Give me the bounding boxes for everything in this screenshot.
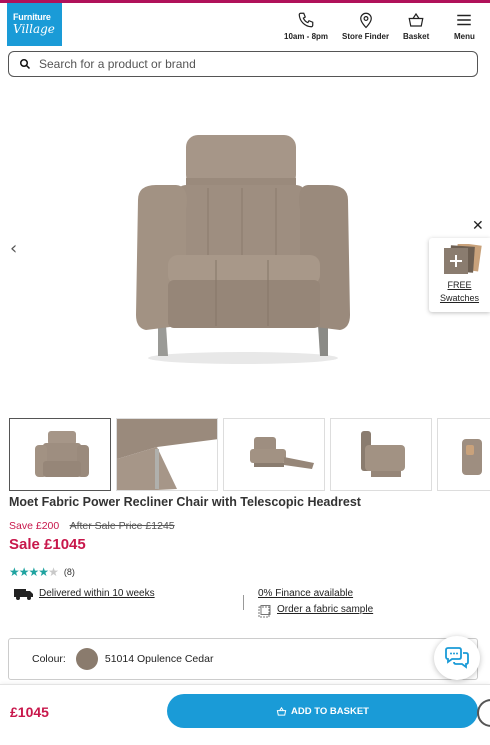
chat-bubbles-icon — [445, 647, 469, 669]
delivery-info-link[interactable]: Delivered within 10 weeks — [39, 588, 155, 599]
fabric-sample-icon — [258, 605, 271, 618]
thumbnail-image — [35, 431, 89, 477]
thumbnail-image — [361, 431, 405, 477]
basket-label: Basket — [403, 32, 430, 41]
star-icon: ★ — [18, 565, 30, 579]
store-finder-label: Store Finder — [342, 32, 390, 41]
thumbnail-2[interactable] — [116, 418, 218, 491]
product-gallery: ‹ › ✕ FREE Swatches — [0, 90, 490, 410]
review-count: (8) — [63, 567, 75, 577]
basket-icon — [276, 706, 287, 716]
live-chat-button[interactable] — [434, 636, 480, 680]
price-savings: Save £200 After Sale Price £1245 — [9, 520, 175, 532]
thumbnail-image — [250, 437, 314, 469]
colour-value: 51014 Opulence Cedar — [104, 653, 214, 665]
star-icon: ★ — [9, 565, 20, 579]
scroll-edge-indicator — [477, 699, 490, 727]
phone-icon — [298, 12, 314, 28]
sticky-add-to-basket-bar: £1045 ADD TO BASKET — [0, 684, 490, 745]
delivery-truck-icon — [14, 589, 33, 600]
fabric-swatches-icon — [444, 244, 482, 274]
fabric-sample-link[interactable]: Order a fabric sample — [277, 604, 373, 615]
product-main-image[interactable] — [128, 130, 358, 365]
free-swatches-line-2: Swatches — [439, 293, 480, 303]
store-finder-link[interactable]: Store Finder — [342, 11, 389, 41]
opening-hours-link[interactable]: 10am - 8pm — [284, 11, 328, 41]
thumbnail-5[interactable] — [437, 418, 490, 491]
opening-hours-label: 10am - 8pm — [284, 32, 329, 41]
finance-link[interactable]: 0% Finance available — [258, 588, 353, 599]
thumbnail-3[interactable] — [223, 418, 325, 491]
menu-label: Menu — [454, 32, 475, 41]
colour-label: Colour: — [32, 653, 66, 665]
free-swatches-card[interactable]: FREE Swatches — [429, 238, 490, 312]
logo-line-2: Village — [13, 22, 55, 36]
colour-selector[interactable]: Colour: 51014 Opulence Cedar — [8, 638, 478, 680]
star-icon: ★ — [48, 565, 59, 579]
info-divider — [243, 595, 244, 610]
basket-link[interactable]: Basket — [403, 11, 429, 41]
star-rating-icon: ★★★★★ — [9, 565, 59, 579]
add-to-basket-button[interactable]: ADD TO BASKET — [167, 694, 478, 728]
product-rating[interactable]: ★★★★★ (8) — [9, 565, 75, 579]
location-pin-icon — [359, 12, 372, 29]
sale-price: Sale £1045 — [9, 536, 86, 553]
close-swatches-button[interactable]: ✕ — [472, 218, 484, 234]
site-header: Furniture Village 10am - 8pm Store Finde… — [0, 3, 490, 47]
star-icon: ★ — [28, 565, 40, 579]
free-swatches-line-1: FREE — [447, 280, 472, 290]
thumbnail-image — [462, 439, 482, 475]
save-amount: Save £200 — [9, 520, 60, 532]
thumbnail-strip — [9, 418, 490, 492]
search-icon — [20, 59, 31, 70]
thumbnail-4[interactable] — [330, 418, 432, 491]
thumbnail-image — [117, 419, 217, 490]
bottom-price: £1045 — [10, 704, 49, 720]
menu-button[interactable]: Menu — [454, 11, 475, 41]
product-title: Moet Fabric Power Recliner Chair with Te… — [9, 495, 361, 509]
search-bar[interactable] — [8, 51, 478, 77]
colour-swatch — [75, 648, 98, 670]
gallery-prev-button[interactable]: ‹ — [10, 238, 17, 259]
search-input[interactable] — [39, 57, 439, 71]
star-icon: ★ — [38, 565, 49, 579]
brand-logo[interactable]: Furniture Village — [7, 3, 62, 46]
thumbnail-1[interactable] — [9, 418, 111, 491]
hamburger-menu-icon — [457, 14, 472, 26]
basket-icon — [408, 12, 424, 27]
previous-price: After Sale Price £1245 — [69, 520, 175, 532]
add-to-basket-label: ADD TO BASKET — [291, 705, 369, 717]
logo-line-1: Furniture — [13, 12, 51, 22]
